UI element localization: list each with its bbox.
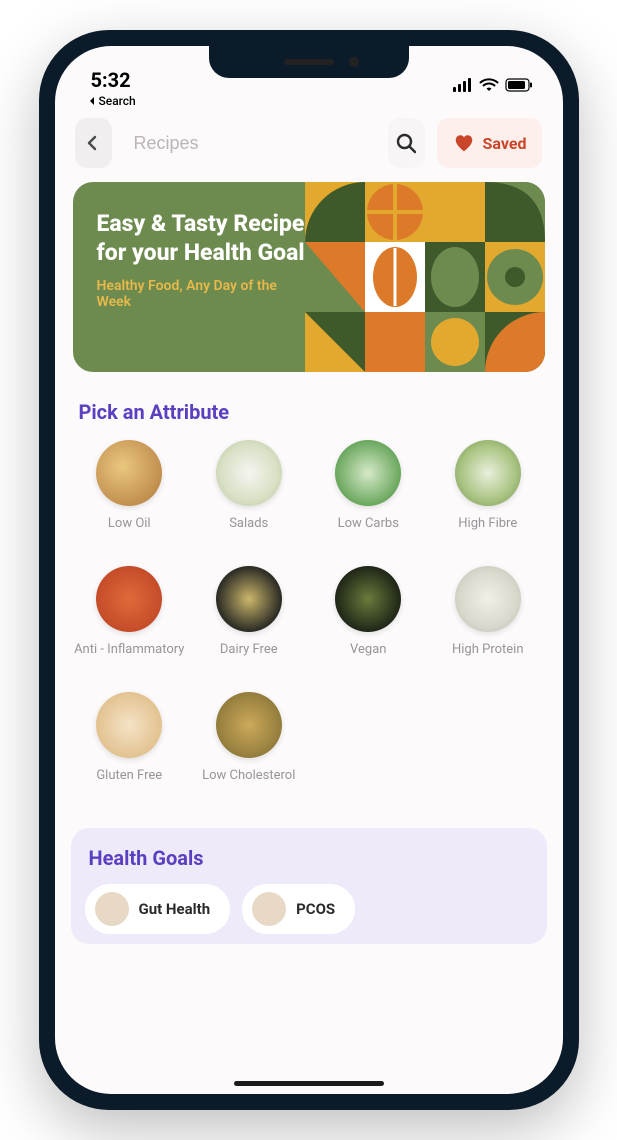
attribute-item[interactable]: High Fibre — [431, 440, 545, 548]
goal-thumbnail-icon — [252, 892, 286, 926]
search-input[interactable] — [134, 133, 366, 154]
attribute-item[interactable]: Anti - Inflammatory — [73, 566, 187, 674]
hero-banner[interactable]: Easy & Tasty Recipes for your Health Goa… — [73, 182, 545, 372]
status-time: 5:32 — [91, 68, 131, 92]
food-thumbnail-icon — [96, 566, 162, 632]
status-icons — [453, 78, 533, 92]
food-thumbnail-icon — [455, 566, 521, 632]
food-thumbnail-icon — [455, 440, 521, 506]
search-field-wrap[interactable] — [124, 118, 376, 168]
goals-heading: Health Goals — [85, 846, 533, 870]
attribute-label: Dairy Free — [220, 642, 278, 674]
food-thumbnail-icon — [96, 692, 162, 758]
food-thumbnail-icon — [335, 566, 401, 632]
attributes-grid: Low Oil Salads Low Carbs High Fibre Anti… — [55, 440, 563, 800]
attributes-heading: Pick an Attribute — [55, 372, 563, 440]
goal-thumbnail-icon — [95, 892, 129, 926]
attribute-item[interactable]: Dairy Free — [192, 566, 306, 674]
food-thumbnail-icon — [96, 440, 162, 506]
attribute-item[interactable]: Vegan — [312, 566, 426, 674]
food-thumbnail-icon — [216, 440, 282, 506]
attribute-item[interactable]: Low Oil — [73, 440, 187, 548]
cell-signal-icon — [453, 78, 473, 92]
search-icon — [394, 131, 418, 155]
caret-left-icon — [87, 96, 97, 106]
nav-back-label: Search — [99, 94, 136, 108]
search-button[interactable] — [388, 118, 425, 168]
food-thumbnail-icon — [216, 566, 282, 632]
back-button[interactable] — [75, 118, 112, 168]
hero-title: Easy & Tasty Recipes for your Health Goa… — [97, 210, 337, 268]
wifi-icon — [479, 78, 499, 92]
attribute-label: Low Oil — [108, 516, 151, 548]
saved-label: Saved — [483, 134, 527, 153]
hero-subtitle: Healthy Food, Any Day of the Week — [97, 278, 297, 310]
home-indicator[interactable] — [234, 1081, 384, 1086]
goal-pill[interactable]: PCOS — [242, 884, 355, 934]
attribute-item[interactable]: Low Cholesterol — [192, 692, 306, 800]
battery-icon — [505, 78, 533, 92]
saved-button[interactable]: Saved — [437, 118, 543, 168]
goal-pill[interactable]: Gut Health — [85, 884, 231, 934]
goal-label: PCOS — [296, 900, 335, 918]
attribute-label: Salads — [229, 516, 268, 548]
attribute-item[interactable]: Salads — [192, 440, 306, 548]
attribute-label: Low Carbs — [338, 516, 399, 548]
food-thumbnail-icon — [216, 692, 282, 758]
attribute-item[interactable]: High Protein — [431, 566, 545, 674]
nav-back-search[interactable]: Search — [55, 94, 563, 112]
goal-label: Gut Health — [139, 900, 211, 918]
chevron-left-icon — [84, 134, 102, 152]
attribute-label: High Protein — [452, 642, 524, 674]
food-thumbnail-icon — [335, 440, 401, 506]
heart-icon — [453, 132, 475, 154]
attribute-item[interactable]: Gluten Free — [73, 692, 187, 800]
health-goals-card: Health Goals Gut Health PCOS — [71, 828, 547, 944]
attribute-label: Anti - Inflammatory — [74, 642, 184, 674]
attribute-item[interactable]: Low Carbs — [312, 440, 426, 548]
attribute-label: High Fibre — [458, 516, 517, 548]
attribute-label: Gluten Free — [96, 768, 162, 800]
hero-pattern-icon — [305, 182, 545, 372]
attribute-label: Low Cholesterol — [202, 768, 295, 800]
attribute-label: Vegan — [350, 642, 386, 674]
